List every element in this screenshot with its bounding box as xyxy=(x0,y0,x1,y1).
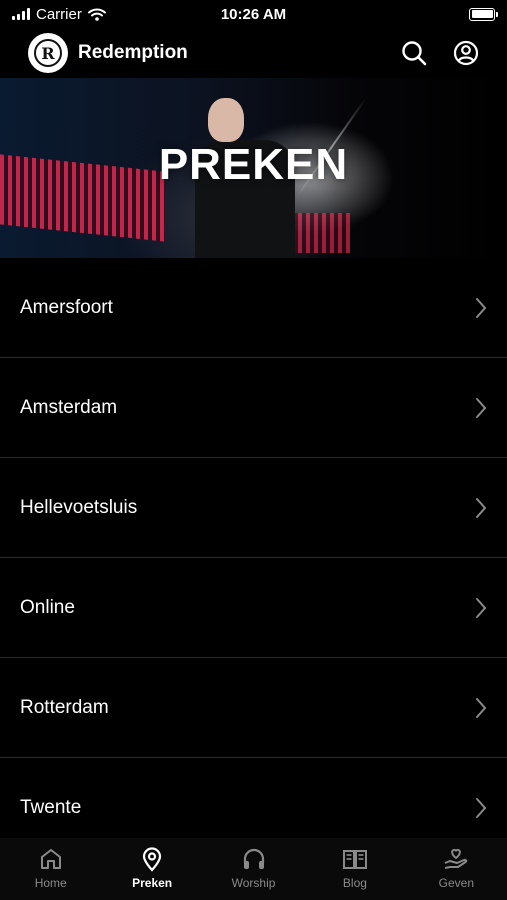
chevron-right-icon xyxy=(476,597,487,618)
list-item-label: Amersfoort xyxy=(20,296,113,318)
signal-icon xyxy=(12,8,30,20)
list-item-label: Rotterdam xyxy=(20,696,109,718)
tab-worship[interactable]: Worship xyxy=(203,838,304,900)
hero-title: PREKEN xyxy=(158,140,349,189)
chevron-right-icon xyxy=(476,798,487,818)
location-list: Amersfoort Amsterdam Hellevoetsluis Onli… xyxy=(0,258,507,858)
list-item[interactable]: Hellevoetsluis xyxy=(0,458,507,558)
heart-hand-icon xyxy=(444,848,468,869)
hero-banner: PREKEN xyxy=(0,78,507,258)
list-item-label: Twente xyxy=(20,797,82,818)
chevron-right-icon xyxy=(476,497,487,518)
tab-label: Geven xyxy=(438,876,474,890)
book-icon xyxy=(342,850,367,869)
status-left: Carrier xyxy=(12,6,106,23)
app-header: R Redemption xyxy=(0,28,507,78)
wifi-icon xyxy=(87,8,106,21)
tab-geven[interactable]: Geven xyxy=(406,838,507,900)
status-bar: Carrier 10:26 AM xyxy=(0,0,507,28)
header-actions xyxy=(401,40,479,66)
list-item[interactable]: Amersfoort xyxy=(0,258,507,358)
list-item[interactable]: Online xyxy=(0,558,507,658)
tab-preken[interactable]: Preken xyxy=(101,838,202,900)
chevron-right-icon xyxy=(476,297,487,318)
search-icon[interactable] xyxy=(401,40,427,66)
tab-label: Home xyxy=(34,876,67,890)
app-logo[interactable]: R xyxy=(28,33,68,73)
list-item-label: Amsterdam xyxy=(20,396,118,418)
account-icon[interactable] xyxy=(453,40,479,66)
logo-letter: R xyxy=(34,39,62,67)
tab-label: Preken xyxy=(132,876,173,890)
tab-label: Blog xyxy=(342,876,367,890)
tab-blog[interactable]: Blog xyxy=(304,838,405,900)
status-time: 10:26 AM xyxy=(220,5,287,23)
list-item-label: Hellevoetsluis xyxy=(20,496,138,518)
headphones-icon xyxy=(243,848,264,869)
list-item[interactable]: Amsterdam xyxy=(0,358,507,458)
list-item[interactable]: Rotterdam xyxy=(0,658,507,758)
app-title: Redemption xyxy=(78,42,188,63)
carrier-label: Carrier xyxy=(36,5,82,23)
home-icon xyxy=(40,849,61,869)
list-item-label: Online xyxy=(20,596,75,618)
chevron-right-icon xyxy=(476,697,487,718)
chevron-right-icon xyxy=(476,397,487,418)
tab-label: Worship xyxy=(231,876,276,890)
tab-bar: Home Preken Worship Blog Geven xyxy=(0,838,507,900)
battery-icon xyxy=(469,7,498,21)
location-pin-icon xyxy=(143,847,162,872)
tab-home[interactable]: Home xyxy=(0,838,101,900)
